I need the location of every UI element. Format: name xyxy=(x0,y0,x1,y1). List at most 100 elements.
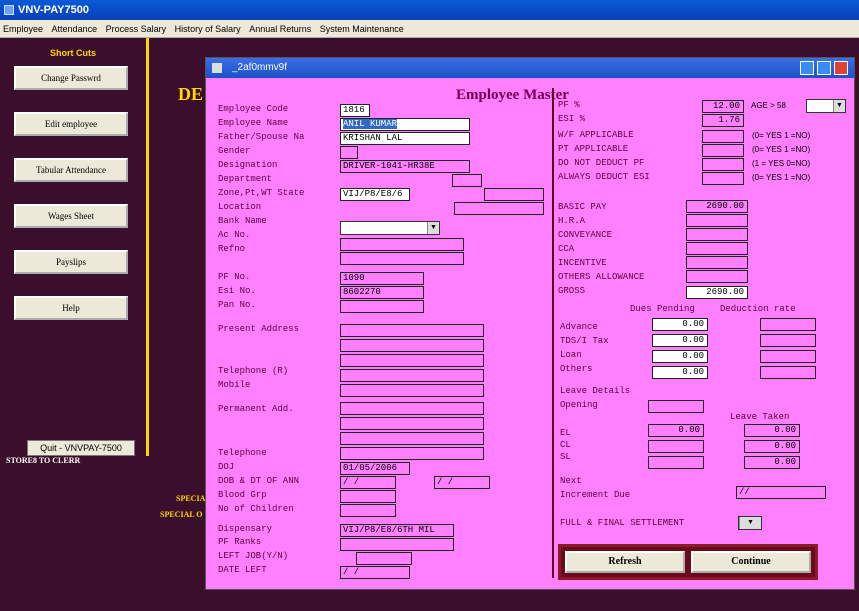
cca-field[interactable] xyxy=(686,242,748,255)
wages-sheet-button[interactable]: Wages Sheet xyxy=(14,204,128,228)
advance-field[interactable]: 0.00 xyxy=(652,318,708,331)
menu-history-salary[interactable]: History of Salary xyxy=(175,24,241,34)
gender-field[interactable] xyxy=(340,146,358,159)
advance-rate-field[interactable] xyxy=(760,318,816,331)
acno-label: Ac No. xyxy=(218,230,251,240)
hra-field[interactable] xyxy=(686,214,748,227)
left-job-field[interactable] xyxy=(356,552,412,565)
menu-process-salary[interactable]: Process Salary xyxy=(106,24,167,34)
refno-field[interactable] xyxy=(340,252,464,265)
others-allowance-field[interactable] xyxy=(686,270,748,283)
pfno-label: PF No. xyxy=(218,272,251,282)
edit-employee-button[interactable]: Edit employee xyxy=(14,112,128,136)
location-label: Location xyxy=(218,202,262,212)
pf-ranks-field[interactable] xyxy=(340,538,454,551)
menu-employee[interactable]: Employee xyxy=(3,24,43,34)
anniversary-field[interactable]: / / xyxy=(434,476,490,489)
change-password-button[interactable]: Change Passwrd xyxy=(14,66,128,90)
others-dues-field[interactable]: 0.00 xyxy=(652,366,708,379)
increment-due-field[interactable]: // xyxy=(736,486,826,499)
ade-field[interactable] xyxy=(702,172,744,185)
tds-field[interactable]: 0.00 xyxy=(652,334,708,347)
close-button[interactable] xyxy=(834,61,848,75)
present-address-line3[interactable] xyxy=(340,354,484,367)
pfno-field[interactable]: 1090 xyxy=(340,272,424,285)
tds-label: TDS/I Tax xyxy=(560,336,609,346)
el-opening-field[interactable]: 0.00 xyxy=(648,424,704,437)
ffs-dropdown[interactable]: ▼ xyxy=(738,516,762,530)
acno-field[interactable] xyxy=(340,238,464,251)
pt-field[interactable] xyxy=(702,144,744,157)
telephone-r-field[interactable] xyxy=(340,369,484,382)
shortcut-heading: Short Cuts xyxy=(50,48,96,58)
help-button[interactable]: Help xyxy=(14,296,128,320)
dispensary-field[interactable]: VIJ/P8/E8/6TH MIL xyxy=(340,524,454,537)
esino-label: Esi No. xyxy=(218,286,256,296)
others-rate-field[interactable] xyxy=(760,366,816,379)
wf-hint: (0= YES 1 =NO) xyxy=(752,131,811,140)
location-field[interactable] xyxy=(454,202,544,215)
esino-field[interactable]: 8602270 xyxy=(340,286,424,299)
background-special-2: SPECIAL O xyxy=(160,510,203,519)
tabular-attendance-button[interactable]: Tabular Attendance xyxy=(14,158,128,182)
present-address-line2[interactable] xyxy=(340,339,484,352)
sl-taken-field[interactable]: 0.00 xyxy=(744,456,800,469)
app-root: VNV-PAY7500 Employee Attendance Process … xyxy=(0,0,859,611)
date-left-field[interactable]: / / xyxy=(340,566,410,579)
menu-system-maintenance[interactable]: System Maintenance xyxy=(320,24,404,34)
father-field[interactable]: KRISHAN LAL xyxy=(340,132,470,145)
app-titlebar: VNV-PAY7500 xyxy=(0,0,859,20)
permanent-address-line1[interactable] xyxy=(340,402,484,415)
cl-opening-field[interactable] xyxy=(648,440,704,453)
tds-rate-field[interactable] xyxy=(760,334,816,347)
refresh-button[interactable]: Refresh xyxy=(565,551,685,573)
wf-field[interactable] xyxy=(702,130,744,143)
dob-field[interactable]: / / xyxy=(340,476,396,489)
employee-name-field[interactable]: ANIL KUMAR xyxy=(340,118,470,131)
increment-due-label: Increment Due xyxy=(560,490,631,500)
sl-opening-field[interactable] xyxy=(648,456,704,469)
cl-taken-field[interactable]: 0.00 xyxy=(744,440,800,453)
designation-field[interactable]: DRIVER-1041-HR38E xyxy=(340,160,470,173)
gross-field[interactable]: 2690.00 xyxy=(686,286,748,299)
bank-name-dropdown[interactable]: ▼ xyxy=(340,221,440,235)
employee-code-field[interactable]: 1816 xyxy=(340,104,370,117)
permanent-address-line3[interactable] xyxy=(340,432,484,445)
department-field[interactable] xyxy=(452,174,482,187)
incentive-field[interactable] xyxy=(686,256,748,269)
maximize-button[interactable] xyxy=(817,61,831,75)
panno-label: Pan No. xyxy=(218,300,256,310)
minimize-button[interactable] xyxy=(800,61,814,75)
payslips-button[interactable]: Payslips xyxy=(14,250,128,274)
pf-percent-field[interactable]: 12.00 xyxy=(702,100,744,113)
designation-label: Designation xyxy=(218,160,278,170)
zone-field[interactable]: VIJ/P8/E8/6 xyxy=(340,188,410,201)
basic-pay-field[interactable]: 2690.00 xyxy=(686,200,748,213)
esi-percent-field[interactable]: 1.76 xyxy=(702,114,744,127)
menu-attendance[interactable]: Attendance xyxy=(52,24,98,34)
menu-annual-returns[interactable]: Annual Returns xyxy=(249,24,311,34)
opening-field[interactable] xyxy=(648,400,704,413)
panno-field[interactable] xyxy=(340,300,424,313)
loan-rate-field[interactable] xyxy=(760,350,816,363)
others-allowance-label: OTHERS ALLOWANCE xyxy=(558,272,645,282)
permanent-address-line2[interactable] xyxy=(340,417,484,430)
mobile-label: Mobile xyxy=(218,380,251,390)
mobile-field[interactable] xyxy=(340,384,484,397)
column-divider xyxy=(552,88,554,578)
permanent-address-label: Permanent Add. xyxy=(218,404,294,414)
loan-field[interactable]: 0.00 xyxy=(652,350,708,363)
age-dropdown[interactable]: ▼ xyxy=(806,99,846,113)
state-field[interactable] xyxy=(484,188,544,201)
children-field[interactable] xyxy=(340,504,396,517)
conveyance-field[interactable] xyxy=(686,228,748,241)
telephone-field[interactable] xyxy=(340,447,484,460)
el-taken-field[interactable]: 0.00 xyxy=(744,424,800,437)
blood-group-field[interactable] xyxy=(340,490,396,503)
dndpf-field[interactable] xyxy=(702,158,744,171)
continue-button[interactable]: Continue xyxy=(691,551,811,573)
quit-button[interactable]: Quit - VNVPAY-7500 xyxy=(27,440,135,456)
doj-field[interactable]: 01/05/2006 xyxy=(340,462,410,475)
present-address-line1[interactable] xyxy=(340,324,484,337)
employee-name-label: Employee Name xyxy=(218,118,289,128)
